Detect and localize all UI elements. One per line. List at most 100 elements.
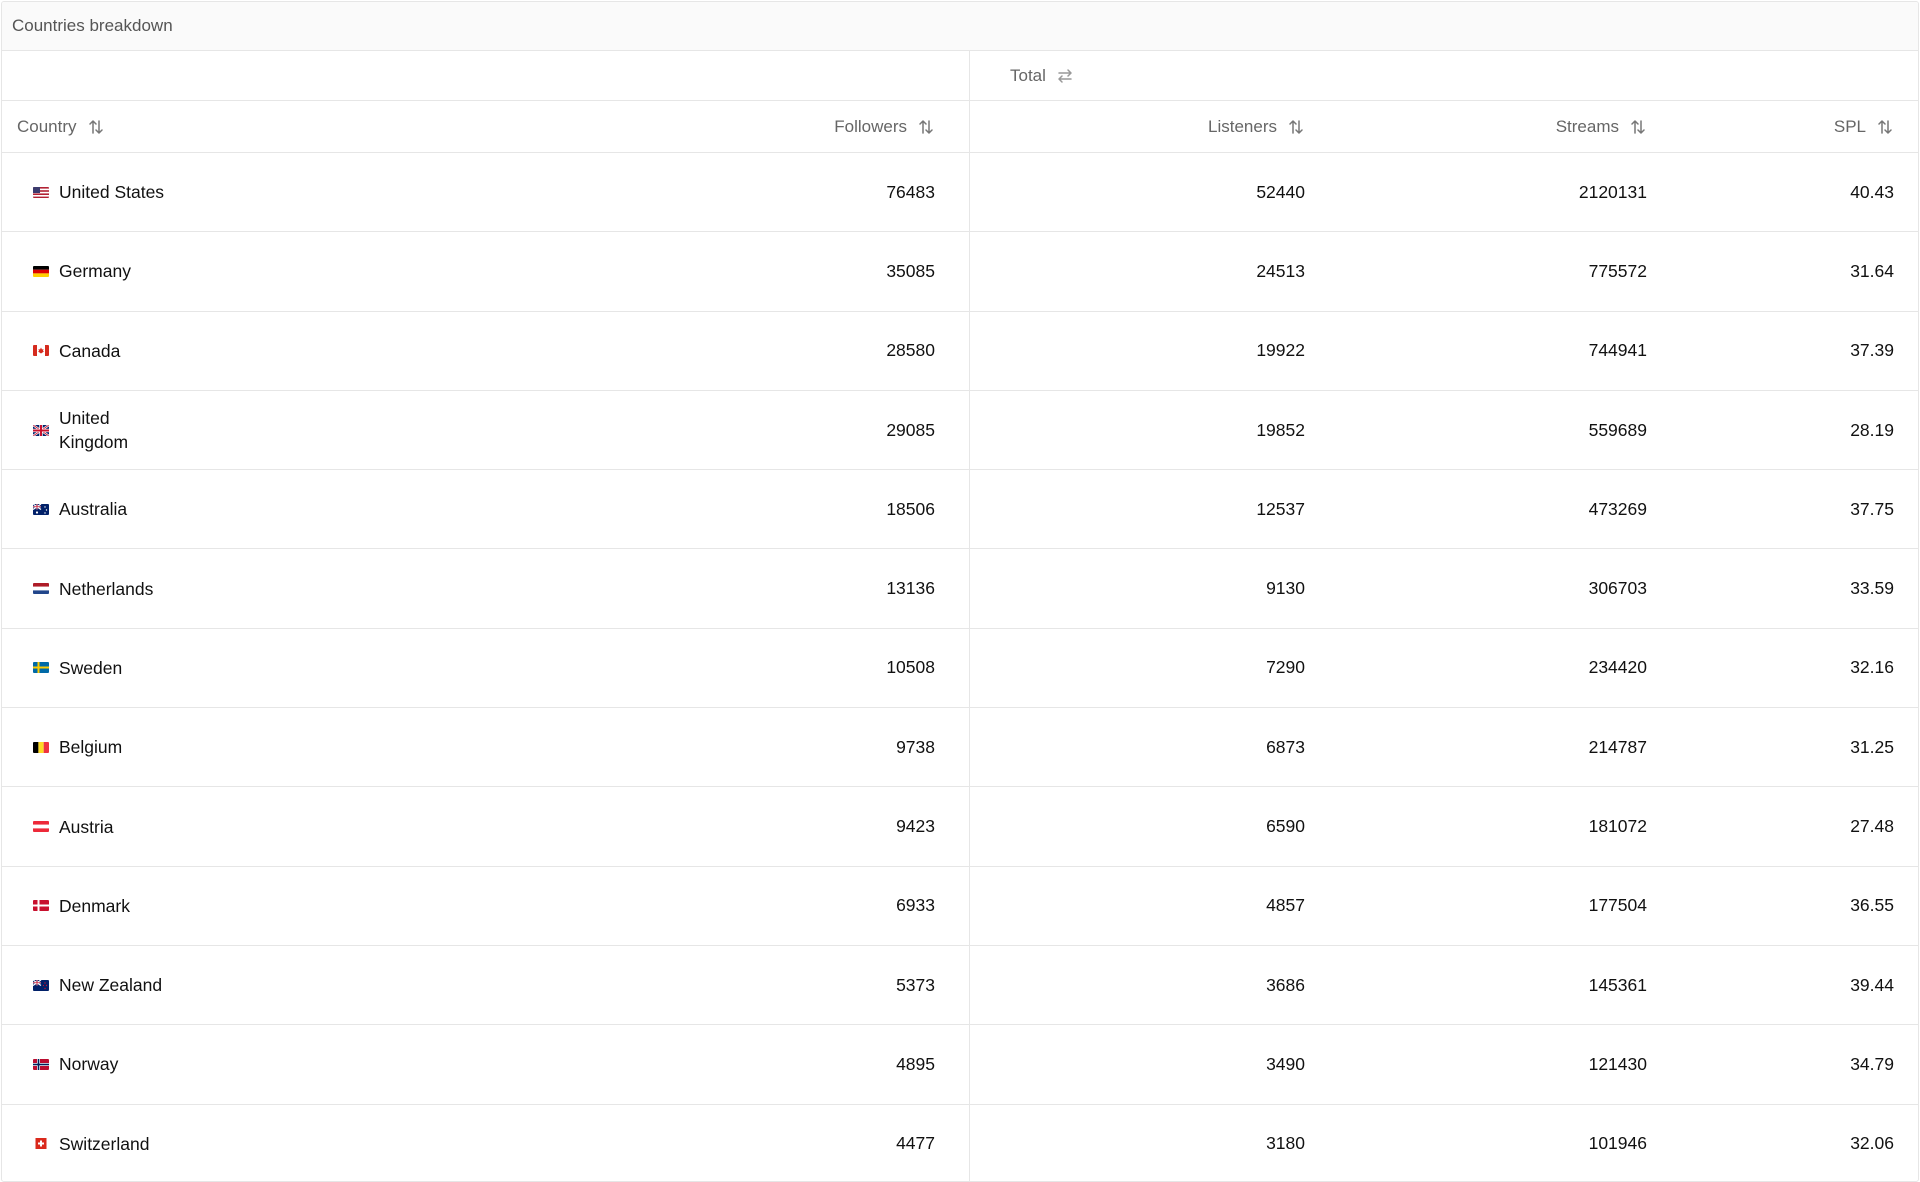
spl-cell: 32.06 <box>1850 1133 1894 1154</box>
spl-cell: 40.43 <box>1850 181 1894 202</box>
panel-title: Countries breakdown <box>2 2 1918 51</box>
streams-cell: 775572 <box>1588 260 1647 281</box>
country-cell: Norway <box>2 1025 610 1103</box>
listeners-cell: 19852 <box>1256 419 1305 440</box>
table-row[interactable]: Switzerland 4477 3180 101946 32.06 <box>2 1104 1918 1181</box>
flag-dk-icon <box>33 900 49 912</box>
followers-cell: 5373 <box>610 945 970 1025</box>
streams-cell: 214787 <box>1588 736 1647 757</box>
country-name: United States <box>59 182 165 203</box>
sort-arrows-icon[interactable] <box>917 118 935 136</box>
followers-cell: 9738 <box>610 708 970 787</box>
country-name: Switzerland <box>59 1133 150 1154</box>
country-cell: Canada <box>2 312 610 390</box>
listeners-cell: 9130 <box>1266 578 1305 599</box>
country-name: Belgium <box>59 737 123 758</box>
flag-ca-icon <box>33 345 49 357</box>
flag-gb-icon <box>33 424 49 436</box>
countries-breakdown-panel: Countries breakdown Total Country Follow… <box>1 1 1919 1182</box>
flag-at-icon <box>33 821 49 833</box>
sort-arrows-icon[interactable] <box>87 118 105 136</box>
table-header-row: Country Followers Listeners Streams SPL <box>2 101 1918 153</box>
country-cell: Denmark <box>2 867 610 945</box>
streams-cell: 473269 <box>1588 498 1647 519</box>
column-header-listeners[interactable]: Listeners <box>970 101 1335 152</box>
streams-cell: 2120131 <box>1578 181 1647 202</box>
table-row[interactable]: United States 76483 52440 2120131 40.43 <box>2 153 1918 233</box>
table-row[interactable]: Austria 9423 6590 181072 27.48 <box>2 787 1918 867</box>
followers-cell: 13136 <box>610 549 970 628</box>
country-name: Australia <box>59 499 128 520</box>
sort-arrows-icon[interactable] <box>1629 118 1647 136</box>
country-cell: Germany <box>2 232 610 310</box>
followers-cell: 76483 <box>610 153 970 232</box>
spl-cell: 28.19 <box>1850 419 1894 440</box>
total-group-label: Total <box>1010 65 1046 85</box>
table-row[interactable]: New Zealand 5373 3686 145361 39.44 <box>2 945 1918 1026</box>
followers-cell: 10508 <box>610 628 970 708</box>
listeners-cell: 24513 <box>1256 260 1305 281</box>
listeners-cell: 6873 <box>1266 736 1305 757</box>
spl-cell: 37.39 <box>1850 340 1894 361</box>
spl-cell: 27.48 <box>1850 816 1894 837</box>
table-row[interactable]: Germany 35085 24513 775572 31.64 <box>2 232 1918 312</box>
streams-cell: 234420 <box>1588 657 1647 678</box>
spl-cell: 31.25 <box>1850 736 1894 757</box>
table-row[interactable]: Australia 18506 12537 473269 37.75 <box>2 470 1918 550</box>
column-header-country[interactable]: Country <box>2 101 610 152</box>
streams-cell: 181072 <box>1588 816 1647 837</box>
country-cell: Netherlands <box>2 549 610 627</box>
table-row[interactable]: United Kingdom 29085 19852 559689 28.19 <box>2 390 1918 471</box>
country-name: New Zealand <box>59 975 163 996</box>
country-cell: Sweden <box>2 629 610 707</box>
swap-arrows-icon[interactable] <box>1056 67 1074 85</box>
country-cell: Australia <box>2 470 610 548</box>
listeners-cell: 3490 <box>1266 1053 1305 1074</box>
column-header-streams[interactable]: Streams <box>1335 101 1678 152</box>
table-row[interactable]: Canada 28580 19922 744941 37.39 <box>2 311 1918 391</box>
listeners-cell: 3686 <box>1266 974 1305 995</box>
streams-cell: 744941 <box>1588 340 1647 361</box>
flag-no-icon <box>33 1058 49 1070</box>
country-cell: New Zealand <box>2 946 610 1024</box>
sort-arrows-icon[interactable] <box>1287 118 1305 136</box>
flag-nl-icon <box>33 583 49 595</box>
listeners-cell: 12537 <box>1256 498 1305 519</box>
listeners-cell: 19922 <box>1256 340 1305 361</box>
streams-cell: 306703 <box>1588 578 1647 599</box>
country-cell: Belgium <box>2 708 610 786</box>
spl-cell: 39.44 <box>1850 974 1894 995</box>
country-name: United Kingdom <box>59 408 129 453</box>
table-row[interactable]: Netherlands 13136 9130 306703 33.59 <box>2 549 1918 629</box>
total-group-toggle[interactable]: Total <box>970 51 1918 100</box>
column-header-followers[interactable]: Followers <box>610 101 970 152</box>
followers-cell: 18506 <box>610 470 970 549</box>
table-row[interactable]: Belgium 9738 6873 214787 31.25 <box>2 708 1918 788</box>
sort-arrows-icon[interactable] <box>1876 118 1894 136</box>
table-row[interactable]: Norway 4895 3490 121430 34.79 <box>2 1025 1918 1105</box>
streams-cell: 121430 <box>1588 1053 1647 1074</box>
followers-cell: 4895 <box>610 1025 970 1104</box>
listeners-cell: 52440 <box>1256 181 1305 202</box>
followers-cell: 6933 <box>610 866 970 945</box>
country-name: Sweden <box>59 657 123 678</box>
followers-cell: 9423 <box>610 787 970 866</box>
table-body: United States 76483 52440 2120131 40.43 Germa… <box>2 153 1918 1181</box>
flag-ch-icon <box>33 1138 49 1150</box>
country-name: Netherlands <box>59 578 154 599</box>
flag-be-icon <box>33 741 49 753</box>
spl-cell: 33.59 <box>1850 578 1894 599</box>
table-row[interactable]: Sweden 10508 7290 234420 32.16 <box>2 628 1918 709</box>
streams-cell: 101946 <box>1588 1133 1647 1154</box>
table-row[interactable]: Denmark 6933 4857 177504 36.55 <box>2 866 1918 946</box>
streams-cell: 145361 <box>1588 974 1647 995</box>
country-name: Germany <box>59 261 131 282</box>
country-name: Norway <box>59 1054 119 1075</box>
column-header-spl[interactable]: SPL <box>1678 101 1918 152</box>
listeners-cell: 3180 <box>1266 1133 1305 1154</box>
followers-cell: 35085 <box>610 232 970 311</box>
country-name: Canada <box>59 340 121 361</box>
followers-cell: 4477 <box>610 1104 970 1181</box>
country-name: Denmark <box>59 895 130 916</box>
listeners-cell: 6590 <box>1266 816 1305 837</box>
